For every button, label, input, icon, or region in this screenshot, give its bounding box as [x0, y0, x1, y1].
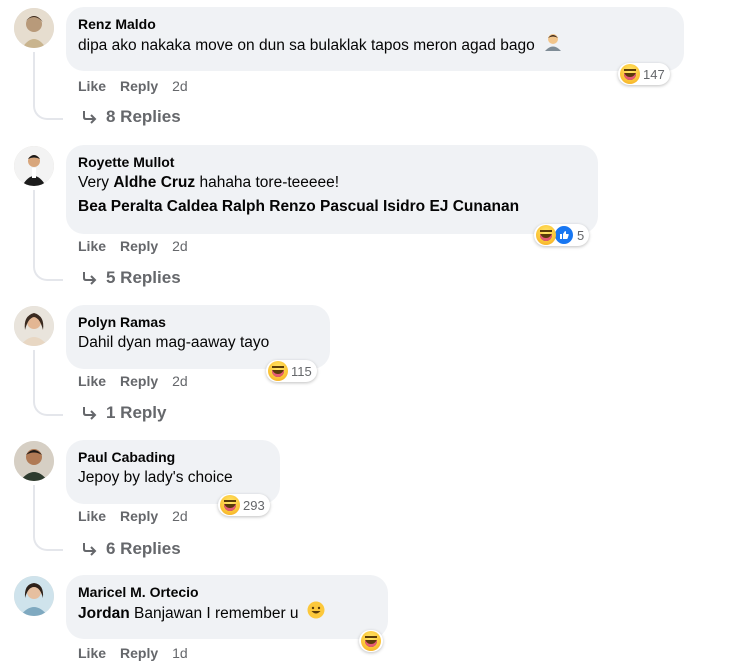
person-shrug-emoji-icon — [543, 33, 563, 59]
haha-reaction-icon — [620, 64, 640, 84]
comment-author[interactable]: Renz Maldo — [78, 15, 672, 33]
comment-text-line-1: Very Aldhe Cruz hahaha tore-teeeee! — [78, 171, 586, 195]
reaction-summary[interactable] — [359, 630, 383, 652]
comment-text-body: dipa ako nakaka move on dun sa bulaklak … — [78, 37, 535, 55]
reply-arrow-icon — [83, 543, 97, 556]
reaction-count: 115 — [291, 363, 312, 379]
comment-timestamp[interactable]: 1d — [172, 644, 188, 662]
comment-timestamp[interactable]: 2d — [172, 507, 188, 525]
reply-arrow-icon — [83, 407, 97, 420]
reply-arrow-icon — [83, 111, 97, 124]
comment-text: dipa ako nakaka move on dun sa bulaklak … — [78, 33, 672, 59]
comment-actions: Like Reply 2d — [78, 77, 188, 95]
thread-line — [33, 190, 35, 266]
reply-arrow-icon — [83, 272, 97, 285]
thread-connector — [33, 396, 63, 416]
grinning-emoji-icon — [307, 601, 325, 627]
reaction-summary[interactable]: 293 — [218, 494, 270, 516]
like-button[interactable]: Like — [78, 77, 106, 95]
comment-actions: Like Reply 1d — [78, 644, 188, 662]
thread-connector — [33, 100, 63, 120]
view-replies-button[interactable]: 8 Replies — [82, 107, 181, 127]
comment-text: Jordan Banjawan I remember u — [78, 601, 376, 627]
avatar[interactable] — [14, 146, 54, 186]
reaction-count: 147 — [643, 66, 665, 82]
reply-button[interactable]: Reply — [120, 77, 158, 95]
thread-line — [33, 485, 35, 537]
haha-reaction-icon — [268, 361, 288, 381]
comment-text-part: hahaha tore-teeeee! — [199, 174, 340, 191]
mention-link[interactable]: Jordan — [78, 605, 130, 622]
like-reaction-icon — [554, 225, 574, 245]
reaction-summary[interactable]: 115 — [266, 360, 317, 382]
like-button[interactable]: Like — [78, 644, 106, 662]
reply-button[interactable]: Reply — [120, 237, 158, 255]
thread-line — [33, 350, 35, 401]
comment-actions: Like Reply 2d — [78, 237, 188, 255]
avatar[interactable] — [14, 306, 54, 346]
comment-text: Jepoy by lady's choice — [78, 469, 233, 486]
comment-timestamp[interactable]: 2d — [172, 77, 188, 95]
like-button[interactable]: Like — [78, 372, 106, 390]
reaction-summary[interactable]: 147 — [618, 63, 670, 85]
thread-line — [33, 52, 35, 106]
comment-bubble: Maricel M. Ortecio Jordan Banjawan I rem… — [66, 575, 388, 639]
view-replies-button[interactable]: 1 Reply — [82, 403, 166, 423]
mention-link[interactable]: Aldhe Cruz — [113, 174, 195, 191]
avatar[interactable] — [14, 441, 54, 481]
comment-actions: Like Reply 2d — [78, 507, 188, 525]
reaction-summary[interactable]: 5 — [534, 224, 590, 246]
view-replies-button[interactable]: 5 Replies — [82, 268, 181, 288]
replies-count-label: 6 Replies — [106, 539, 181, 558]
haha-reaction-icon — [361, 631, 381, 651]
reply-button[interactable]: Reply — [120, 507, 158, 525]
comment-timestamp[interactable]: 2d — [172, 372, 188, 390]
comment-text-body: Banjawan I remember u — [134, 605, 299, 623]
comment-actions: Like Reply 2d — [78, 372, 188, 390]
like-button[interactable]: Like — [78, 507, 106, 525]
comment-text-part: Very — [78, 174, 110, 191]
haha-reaction-icon — [536, 225, 556, 245]
view-replies-button[interactable]: 6 Replies — [82, 539, 181, 559]
comment-text: Dahil dyan mag-aaway tayo — [78, 334, 270, 351]
avatar[interactable] — [14, 576, 54, 616]
replies-count-label: 8 Replies — [106, 107, 181, 126]
thread-connector — [33, 531, 63, 551]
reply-button[interactable]: Reply — [120, 372, 158, 390]
comment-author[interactable]: Polyn Ramas — [78, 313, 318, 331]
reaction-count: 293 — [243, 497, 265, 513]
comment-bubble: Renz Maldo dipa ako nakaka move on dun s… — [66, 7, 684, 71]
replies-count-label: 5 Replies — [106, 268, 181, 287]
haha-reaction-icon — [220, 495, 240, 515]
comment-author[interactable]: Paul Cabading — [78, 448, 268, 466]
reply-button[interactable]: Reply — [120, 644, 158, 662]
mention-link[interactable]: Bea Peralta Caldea Ralph Renzo Pascual I… — [78, 195, 586, 219]
avatar[interactable] — [14, 8, 54, 48]
like-button[interactable]: Like — [78, 237, 106, 255]
comment-timestamp[interactable]: 2d — [172, 237, 188, 255]
thread-connector — [33, 261, 63, 281]
comment-author[interactable]: Royette Mullot — [78, 153, 586, 171]
comment-bubble: Royette Mullot Very Aldhe Cruz hahaha to… — [66, 145, 598, 234]
reaction-count: 5 — [577, 227, 585, 243]
replies-count-label: 1 Reply — [106, 403, 167, 422]
comment-author[interactable]: Maricel M. Ortecio — [78, 583, 376, 601]
